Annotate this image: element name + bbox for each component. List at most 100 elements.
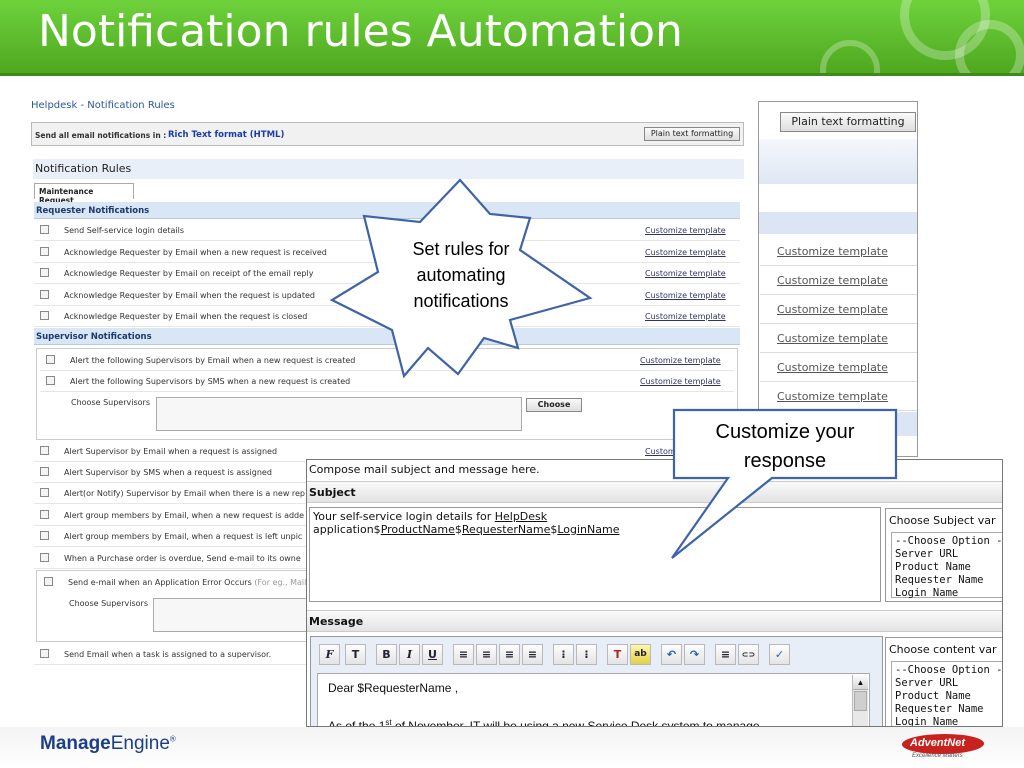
option[interactable]: Requester Name [895,574,1002,587]
speech-callout-text: Customize your response [676,418,894,476]
checkbox[interactable] [40,225,49,234]
subject-header: Subject [307,481,1002,503]
customize-template-link[interactable]: Customize template [640,377,721,386]
row-label: Send e-mail when an Application Error Oc… [68,578,306,587]
customize-template-link[interactable]: Customize template [645,312,726,321]
body-scrollbar[interactable]: ▲ [852,675,868,726]
breadcrumb[interactable]: Helpdesk - Notification Rules [31,100,175,111]
customize-template-link[interactable]: Customize template [640,356,721,365]
row-label: Send Email when a task is assigned to a … [64,650,272,659]
plain-text-button[interactable]: Plain text formatting [780,112,916,132]
ordered-list-icon[interactable]: ⁝ [553,644,574,665]
customize-template-link[interactable]: Customize template [645,226,726,235]
customize-template-link[interactable]: Customize template [777,274,888,287]
text-color-icon[interactable]: T [607,644,628,665]
scroll-up-icon[interactable]: ▲ [853,675,868,690]
content-vars-label: Choose content var [889,643,997,656]
row-label: Alert the following Supervisors by SMS w… [70,377,351,386]
checkbox[interactable] [40,531,49,540]
checkbox[interactable] [46,376,55,385]
underline-icon[interactable]: U [422,644,443,665]
option[interactable]: Requester Name [895,703,1002,716]
redo-icon[interactable]: ↷ [684,644,705,665]
editor-frame: F T B I U ≡ ≡ ≡ ≡ ⁝ ⁝ Tab ↶ ↷ ≡ ⊂⊃ ✓ Dear $RequesterName… [310,636,883,727]
checkbox[interactable] [40,268,49,277]
table-row: Send Email when a task is assigned to a … [34,644,306,665]
spellcheck-icon[interactable]: ✓ [769,644,790,665]
customize-template-link[interactable]: Customize template [777,303,888,316]
font-size-icon[interactable]: T [345,644,366,665]
checkbox[interactable] [40,311,49,320]
customize-template-link[interactable]: Customize template [645,248,726,257]
customize-template-link[interactable]: Customize template [777,390,888,403]
customize-template-link[interactable]: Customize template [777,245,888,258]
list-item: Customize template [760,295,917,324]
checkbox[interactable] [44,577,53,586]
checkbox[interactable] [40,488,49,497]
justify-icon[interactable]: ≡ [522,644,543,665]
manageengine-logo: ManageEngine® [40,733,176,755]
undo-icon[interactable]: ↶ [661,644,682,665]
body-text: of November, IT will be using a new Serv… [391,719,760,727]
callout-line: Customize your [715,421,855,443]
body-greeting: Dear $RequesterName , [328,681,459,695]
message-body[interactable]: Dear $RequesterName , As of the 1st of N… [317,673,870,727]
blue-band [759,139,917,184]
requester-notifications-header: Requester Notifications [34,202,740,219]
list-item: Customize template [760,237,917,266]
table-row: Send e-mail when an Application Error Oc… [38,572,306,593]
row-label: Alert(or Notify) Supervisor by Email whe… [64,489,306,498]
choose-button[interactable]: Choose [526,398,582,412]
customize-template-link[interactable]: Custom [645,447,676,456]
subject-textarea[interactable]: Your self-service login details for Help… [309,507,881,602]
supervisors-listbox[interactable] [156,397,522,431]
italic-icon[interactable]: I [399,644,420,665]
option[interactable]: Server URL [895,548,1002,561]
tab-maintenance-request[interactable]: Maintenance Request [34,183,134,205]
callout-line: notifications [413,291,509,311]
checkbox[interactable] [40,247,49,256]
supervisor-notifications-header: Supervisor Notifications [34,328,740,345]
checkbox[interactable] [40,446,49,455]
checkbox[interactable] [40,467,49,476]
link-icon[interactable]: ⊂⊃ [738,644,759,665]
customize-template-link[interactable]: Customize template [645,291,726,300]
supervisors-listbox[interactable] [153,598,307,632]
customize-template-link[interactable]: Customize template [645,269,726,278]
customize-template-link[interactable]: Customize template [777,332,888,345]
option[interactable]: Product Name [895,690,1002,703]
checkbox[interactable] [40,553,49,562]
option[interactable]: Server URL [895,677,1002,690]
message-label: Message [309,615,364,628]
adventnet-tagline: Excellence Matters [912,753,963,759]
customize-template-link[interactable]: Customize template [777,361,888,374]
checkbox[interactable] [40,649,49,658]
scroll-thumb[interactable] [854,691,867,711]
subject-vars-label: Choose Subject var [889,514,996,527]
highlight-icon[interactable]: ab [630,644,651,665]
option[interactable]: Login Name [895,716,1002,726]
horizontal-rule-icon[interactable]: ≡ [715,644,736,665]
bold-icon[interactable]: B [376,644,397,665]
list-item: Customize template [760,353,917,382]
align-right-icon[interactable]: ≡ [499,644,520,665]
option[interactable]: --Choose Option - [895,664,1002,677]
option[interactable]: --Choose Option - [895,535,1002,548]
row-label: Alert group members by Email, when a req… [64,532,303,541]
option[interactable]: Login Name [895,587,1002,600]
align-center-icon[interactable]: ≡ [476,644,497,665]
content-vars-list[interactable]: --Choose Option - Server URL Product Nam… [891,661,1002,726]
unordered-list-icon[interactable]: ⁝ [576,644,597,665]
checkbox[interactable] [40,510,49,519]
row-label: Acknowledge Requester by Email when the … [64,312,308,321]
font-family-icon[interactable]: F [319,644,340,665]
logo-mark: ® [169,734,176,744]
checkbox[interactable] [40,290,49,299]
checkbox[interactable] [46,355,55,364]
option[interactable]: Product Name [895,561,1002,574]
plain-text-button[interactable]: Plain text formatting [644,127,740,141]
row-label: Acknowledge Requester by Email when a ne… [64,248,327,257]
subject-vars-list[interactable]: --Choose Option - Server URL Product Nam… [891,532,1002,600]
align-left-icon[interactable]: ≡ [453,644,474,665]
subject-token: ProductName [380,523,455,536]
